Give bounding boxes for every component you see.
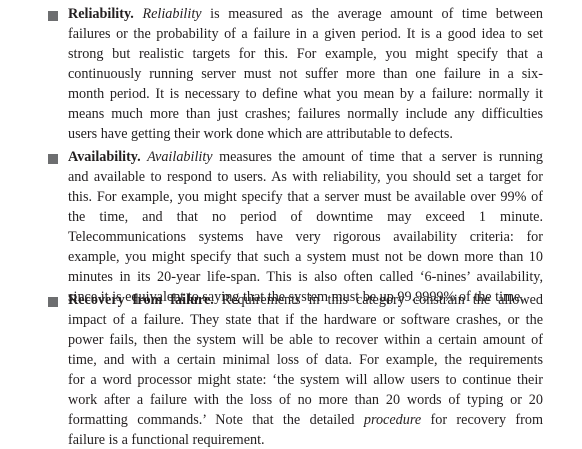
square-bullet-icon [48, 297, 58, 307]
text-line: failure is a functional requirement. [68, 432, 265, 448]
text-line: month period. It is necessary to define … [68, 86, 543, 102]
text-line: failures or the probability of a failure… [68, 26, 543, 42]
text-line: power fails, then the system will be abl… [68, 332, 543, 348]
term-heading: Reliability [68, 6, 131, 22]
text-line: this. For example, you might specify tha… [68, 189, 543, 205]
text-line: means much more than just crashes; failu… [68, 106, 543, 122]
text-line: users have getting their work done which… [68, 126, 453, 142]
text-line: and available to respond to users. As wi… [68, 169, 543, 185]
text-line: impact of a failure. They state that if … [68, 312, 543, 328]
text-line: time, and with a certain minimal loss of… [68, 352, 543, 368]
text-line: continuously running server must not suf… [68, 66, 543, 82]
term-heading: Availability [68, 149, 138, 165]
text-line: Recovery from failure. Requirements in t… [68, 292, 544, 308]
italic-term: Availability [147, 149, 213, 165]
text-line: minutes in its 20-year life-span. This i… [68, 269, 543, 285]
text-line: work after a failure with the loss of no… [68, 392, 543, 408]
term-heading: Recovery from failure [68, 292, 211, 308]
text-line: Reliability. Reliability is measured as … [68, 6, 544, 22]
text-line: strong but realistic targets for this. F… [68, 46, 543, 62]
text-line: example, you might specify that such a s… [68, 249, 543, 265]
document-page: Reliability. Reliability is measured as … [0, 0, 582, 448]
square-bullet-icon [48, 154, 58, 164]
square-bullet-icon [48, 11, 58, 21]
text-line: formatting commands.’ Note that the deta… [68, 412, 543, 428]
text-line: the time, and that no period of downtime… [68, 209, 543, 225]
italic-term: Reliability [142, 6, 202, 22]
italic-procedure: procedure [363, 412, 422, 428]
text-line: Availability. Availability measures the … [68, 149, 544, 165]
text-line: Telecommunications systems have very rig… [68, 229, 543, 245]
text-line: for a word processor might state: ‘the s… [68, 372, 543, 388]
